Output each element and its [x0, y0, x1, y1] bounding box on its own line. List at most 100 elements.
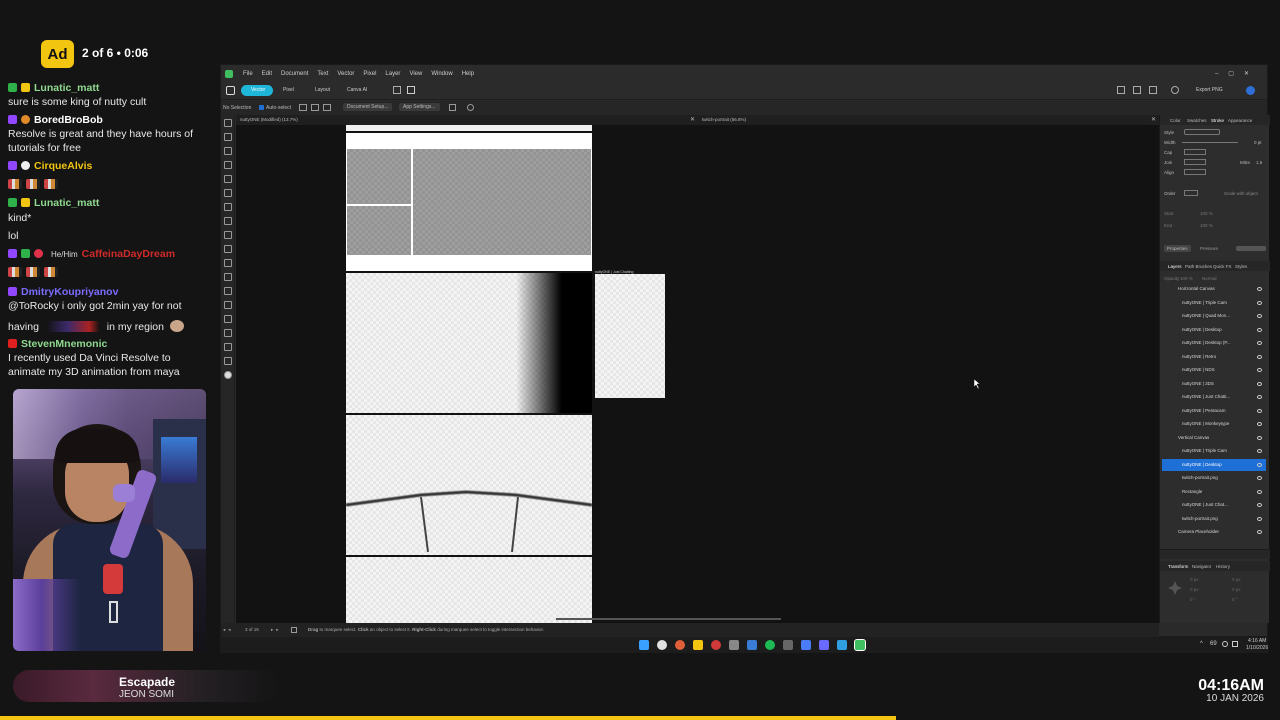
settings-icon[interactable] [729, 640, 739, 650]
visibility-eye-icon[interactable] [1257, 381, 1262, 386]
menu-layer[interactable]: Layer [385, 71, 400, 77]
visibility-eye-icon[interactable] [1257, 462, 1262, 467]
persona-pixel-button[interactable]: Pixel [283, 85, 294, 96]
blend-mode-select[interactable]: Normal [1202, 276, 1217, 281]
vector-crop-tool-icon[interactable] [224, 301, 232, 309]
file-explorer-icon[interactable] [693, 640, 703, 650]
windows-start-icon[interactable] [639, 640, 649, 650]
tab-appearance[interactable]: Appearance [1228, 118, 1252, 123]
share-icon[interactable] [1171, 86, 1179, 94]
move-tool-icon[interactable] [224, 119, 232, 127]
artboard-layout[interactable] [346, 133, 592, 271]
document-setup-button[interactable]: Document Setup... [343, 103, 393, 111]
obs-icon[interactable] [711, 640, 721, 650]
persona-layout-button[interactable]: Layout [315, 85, 330, 96]
tab-layers[interactable]: Layers [1168, 264, 1182, 269]
chrome-icon[interactable] [657, 640, 667, 650]
page-options-icon[interactable] [291, 627, 297, 633]
visibility-eye-icon[interactable] [1257, 408, 1262, 413]
stroke-width-slider[interactable] [1182, 142, 1238, 143]
tab-swatches[interactable]: Swatches [1187, 118, 1207, 123]
transform-w[interactable]: 0 px [1232, 577, 1241, 582]
tab-stroke[interactable]: Stroke [1211, 118, 1224, 123]
visibility-eye-icon[interactable] [1257, 449, 1262, 453]
scale-with-object-checkbox[interactable]: Scale with object [1224, 191, 1258, 196]
menu-vector[interactable]: Vector [337, 71, 354, 77]
layer-row[interactable]: nuttyONE | Desktop (P... [1162, 337, 1266, 349]
layer-row[interactable]: Horizontal Canvas [1162, 283, 1266, 295]
layer-row[interactable]: nuttyONE | Triple Cam [1162, 297, 1266, 309]
anchor-point-icon[interactable] [1168, 581, 1182, 595]
tab-history[interactable]: History [1216, 564, 1230, 569]
visibility-eye-icon[interactable] [1257, 530, 1262, 534]
horizontal-scrollbar[interactable] [556, 618, 781, 620]
layer-row[interactable]: twitch-portrait.png [1162, 513, 1266, 525]
transparency-tool-icon[interactable] [224, 259, 232, 267]
preview-icon[interactable] [449, 104, 456, 111]
layer-row[interactable]: nuttyONE | Desktop [1162, 458, 1266, 471]
menu-document[interactable]: Document [281, 71, 308, 77]
fill-tool-icon[interactable] [224, 231, 232, 239]
opacity-value[interactable]: 100 % [1180, 276, 1193, 281]
auto-select-checkbox[interactable] [259, 105, 264, 110]
visibility-eye-icon[interactable] [1257, 476, 1262, 480]
tab-transform[interactable]: Transform [1168, 564, 1188, 569]
artboard-tool-icon[interactable] [224, 161, 232, 169]
visibility-eye-icon[interactable] [1257, 422, 1262, 426]
visibility-eye-icon[interactable] [1257, 300, 1262, 305]
pen-tool-icon[interactable] [224, 189, 232, 197]
visibility-eye-icon[interactable] [1257, 503, 1262, 507]
app-settings-button[interactable]: App Settings... [399, 103, 440, 111]
page-nav-prev[interactable]: ◂◂ [223, 627, 234, 633]
tab-navigator[interactable]: Navigator [1192, 564, 1211, 569]
hand-tool-icon[interactable] [224, 343, 232, 351]
layer-row[interactable]: nuttyONE | Just Chatti... [1162, 391, 1266, 403]
artboard-strip[interactable] [346, 125, 592, 131]
browser-icon[interactable] [675, 640, 685, 650]
menu-pixel[interactable]: Pixel [363, 71, 376, 77]
stroke-join-buttons[interactable] [1184, 159, 1206, 165]
export-png-button[interactable]: Export PNG [1196, 86, 1223, 95]
select-mode-icon[interactable] [323, 104, 331, 111]
visibility-eye-icon[interactable] [1257, 341, 1262, 345]
wifi-icon[interactable] [1222, 641, 1228, 647]
taskbar-time[interactable]: 4:16 AM [1248, 638, 1266, 644]
menu-file[interactable]: File [243, 71, 253, 77]
app-icon[interactable] [837, 640, 847, 650]
app-icon[interactable] [747, 640, 757, 650]
arrow-end-scale[interactable]: 100 % [1200, 223, 1213, 228]
transform-y[interactable]: 0 px [1190, 587, 1199, 592]
node-tool-icon[interactable] [224, 133, 232, 141]
visibility-eye-icon[interactable] [1257, 327, 1262, 332]
zoom-tool-icon[interactable] [224, 357, 232, 365]
window-controls[interactable]: –▢✕ [1215, 70, 1259, 77]
brush-tool-icon[interactable] [224, 217, 232, 225]
document-tab[interactable]: twitch-portrait (56.8%) [702, 117, 746, 122]
taskbar-date[interactable]: 1/10/2026 [1246, 645, 1268, 651]
transform-h[interactable]: 0 px [1232, 587, 1241, 592]
pencil-tool-icon[interactable] [224, 203, 232, 211]
menu-window[interactable]: Window [431, 71, 452, 77]
layer-row[interactable]: nuttyONE | 3DS [1162, 378, 1266, 390]
arrange-icon[interactable] [1117, 86, 1125, 94]
tray-chevron-icon[interactable]: ^ [1200, 641, 1203, 647]
stroke-width-value[interactable]: 0 pt [1254, 140, 1262, 145]
stroke-order-buttons[interactable] [1184, 190, 1198, 196]
transform-icon[interactable] [1149, 86, 1157, 94]
visibility-eye-icon[interactable] [1257, 368, 1262, 372]
volume-icon[interactable] [1232, 641, 1238, 647]
align-icon[interactable] [1133, 86, 1141, 94]
menu-text[interactable]: Text [317, 71, 328, 77]
close-tab-icon[interactable]: ✕ [690, 116, 695, 123]
layer-row[interactable]: Camera Placeholder [1162, 526, 1266, 538]
color-swatch-icon[interactable] [224, 371, 232, 379]
visibility-eye-icon[interactable] [1257, 489, 1262, 494]
eyedropper-tool-icon[interactable] [224, 329, 232, 337]
transform-rotation[interactable]: 0 ° [1190, 597, 1196, 602]
tab-color[interactable]: Color [1170, 118, 1181, 123]
select-mode-icon[interactable] [311, 104, 319, 111]
stroke-mitre-value[interactable]: 1.5 [1256, 160, 1262, 165]
close-tab-icon[interactable]: ✕ [1151, 116, 1156, 123]
layer-row[interactable]: Rectangle [1162, 486, 1266, 498]
image-tool-icon[interactable] [224, 287, 232, 295]
